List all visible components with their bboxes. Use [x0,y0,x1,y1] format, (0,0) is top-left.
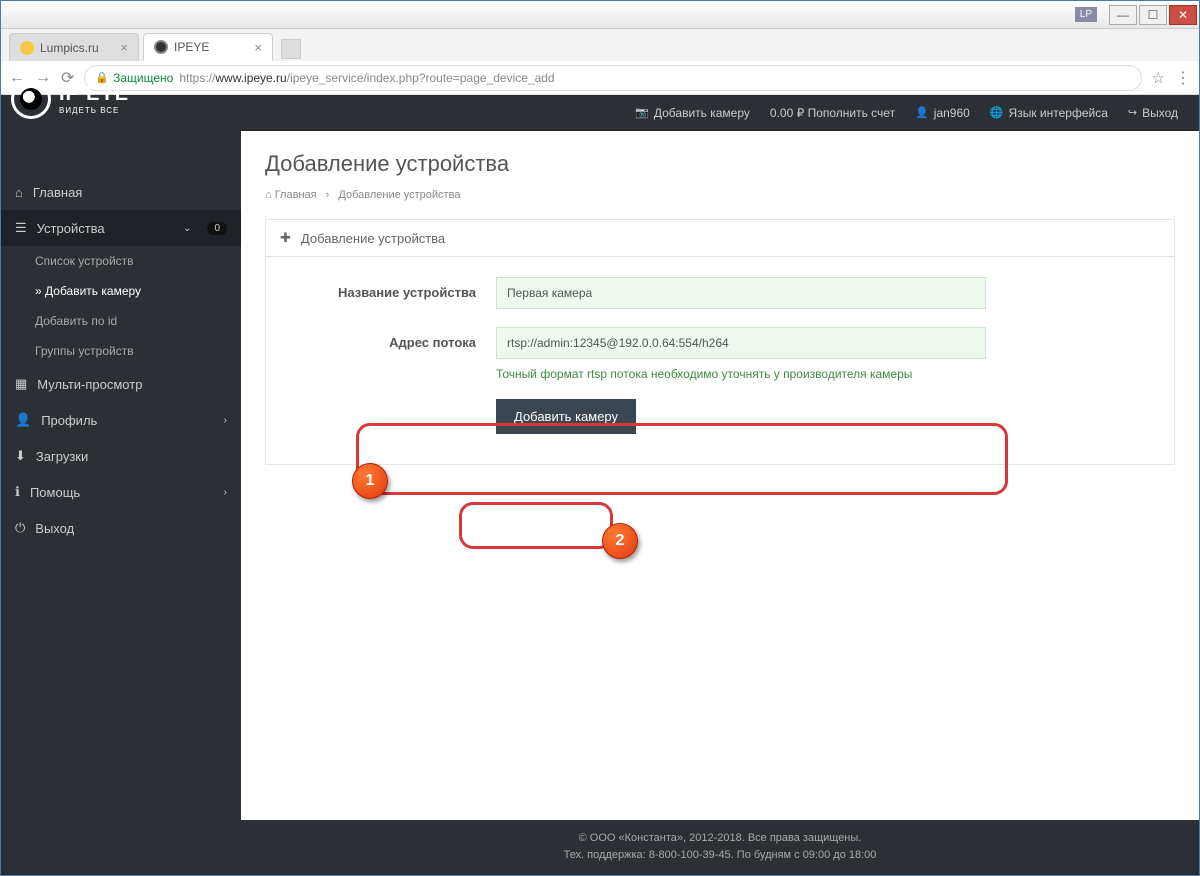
tab-ipeye[interactable]: IPEYE × [143,33,273,61]
chevron-down-icon: ⌄ [183,223,191,234]
sidebar-sub-add-camera[interactable]: Добавить камеру [1,276,241,306]
chevron-right-icon: › [224,487,227,498]
maximize-button[interactable]: ☐ [1139,5,1167,25]
sidebar-label: Помощь [30,485,80,500]
add-device-panel: ✚ Добавление устройства Название устройс… [265,219,1175,465]
topnav-add-camera[interactable]: 📷Добавить камеру [635,106,750,120]
url-field[interactable]: 🔒 Защищено https://www.ipeye.ru/ipeye_se… [84,65,1141,91]
top-navigation: 📷Добавить камеру 0.00 ₽ Пополнить счет 👤… [241,95,1198,131]
topnav-balance[interactable]: 0.00 ₽ Пополнить счет [770,106,895,120]
device-name-input[interactable] [496,277,986,309]
close-button[interactable]: ✕ [1169,5,1197,25]
annotation-marker-1: 1 [352,463,388,499]
window-titlebar: LP — ☐ ✕ [1,1,1199,29]
main-content: Добавление устройства ⌂ Главная › Добавл… [241,131,1199,875]
browser-tabs: Lumpics.ru × IPEYE × [1,29,1199,61]
new-tab-button[interactable] [281,39,301,59]
sidebar-label: Выход [35,521,74,536]
sidebar-sub-add-by-id[interactable]: Добавить по id [1,306,241,336]
page-footer: © ООО «Константа», 2012-2018. Все права … [241,820,1199,875]
add-camera-button[interactable]: Добавить камеру [496,399,636,434]
stream-address-input[interactable] [496,327,986,359]
logo[interactable]: IP EYE ВИДЕТЬ ВСЕ [1,59,129,139]
user-icon: 👤 [915,106,929,119]
favicon-icon [20,41,34,55]
sidebar-item-profile[interactable]: 👤 Профиль › [1,402,241,438]
home-icon: ⌂ [15,185,23,200]
annotation-box-2 [459,502,613,549]
page-title: Добавление устройства [265,151,1175,177]
tab-close-icon[interactable]: × [120,40,128,55]
sidebar-item-multiview[interactable]: ▦ Мульти-просмотр [1,366,241,402]
download-icon: ⬇ [15,448,26,464]
tab-title: IPEYE [174,40,209,54]
panel-title: Добавление устройства [301,231,445,246]
breadcrumb: ⌂ Главная › Добавление устройства [265,189,1175,201]
footer-support: Тех. поддержка: 8-800-100-39-45. По будн… [241,847,1199,865]
bookmark-icon[interactable]: ☆ [1152,69,1165,87]
plus-icon: ✚ [280,230,291,246]
chevron-right-icon: › [224,415,227,426]
label-stream-address: Адрес потока [296,327,496,350]
tab-close-icon[interactable]: × [254,40,262,55]
chevron-right-icon: › [326,189,330,201]
url-host: www.ipeye.ru [215,71,286,85]
sidebar-label: Профиль [41,413,97,428]
url-path: /ipeye_service/index.php?route=page_devi… [287,71,555,85]
menu-icon[interactable]: ⋮ [1175,68,1191,88]
home-icon: ⌂ [265,189,272,201]
breadcrumb-current: Добавление устройства [338,189,460,201]
sidebar-item-help[interactable]: ℹ Помощь › [1,474,241,510]
tab-title: Lumpics.ru [40,41,99,55]
grid-icon: ▦ [15,376,27,392]
address-bar: ← → ⟳ 🔒 Защищено https://www.ipeye.ru/ip… [1,61,1199,95]
topnav-logout[interactable]: ↪Выход [1128,106,1178,120]
label-device-name: Название устройства [296,277,496,300]
power-icon: ⏻ [15,520,25,536]
sidebar-sub-device-groups[interactable]: Группы устройств [1,336,241,366]
sidebar-label: Устройства [37,221,105,236]
breadcrumb-home[interactable]: Главная [275,189,317,201]
list-icon: ☰ [15,220,27,236]
minimize-button[interactable]: — [1109,5,1137,25]
camera-icon: 📷 [635,106,649,119]
sidebar-item-home[interactable]: ⌂ Главная [1,175,241,210]
tab-lumpics[interactable]: Lumpics.ru × [9,33,139,61]
info-icon: ℹ [15,484,20,500]
annotation-box-1 [356,423,1008,495]
panel-header: ✚ Добавление устройства [266,220,1174,257]
annotation-marker-2: 2 [602,523,638,559]
sidebar-label: Мульти-просмотр [37,377,142,392]
favicon-icon [154,40,168,54]
url-proto: https:// [179,71,215,85]
stream-hint: Точный формат rtsp потока необходимо уто… [496,367,986,381]
footer-copyright: © ООО «Константа», 2012-2018. Все права … [241,830,1199,848]
topnav-language[interactable]: 🌐Язык интерфейса [990,106,1108,120]
globe-icon: 🌐 [990,106,1004,119]
topnav-user[interactable]: 👤jan960 [915,106,970,120]
sidebar-label: Загрузки [36,449,88,464]
sidebar-item-devices[interactable]: ☰ Устройства ⌄ 0 [1,210,241,246]
sidebar-item-downloads[interactable]: ⬇ Загрузки [1,438,241,474]
logout-icon: ↪ [1128,106,1137,119]
logo-sub: ВИДЕТЬ ВСЕ [59,106,129,115]
devices-badge: 0 [207,222,227,235]
sidebar-sub-device-list[interactable]: Список устройств [1,246,241,276]
logo-text: IP EYE [59,83,129,106]
user-icon: 👤 [15,412,31,428]
lp-badge: LP [1075,7,1097,22]
sidebar-item-logout[interactable]: ⏻ Выход [1,510,241,546]
logo-icon [11,79,51,119]
sidebar-label: Главная [33,185,82,200]
sidebar: IP EYE ВИДЕТЬ ВСЕ ⌂ Главная ☰ Устройства… [1,95,241,875]
